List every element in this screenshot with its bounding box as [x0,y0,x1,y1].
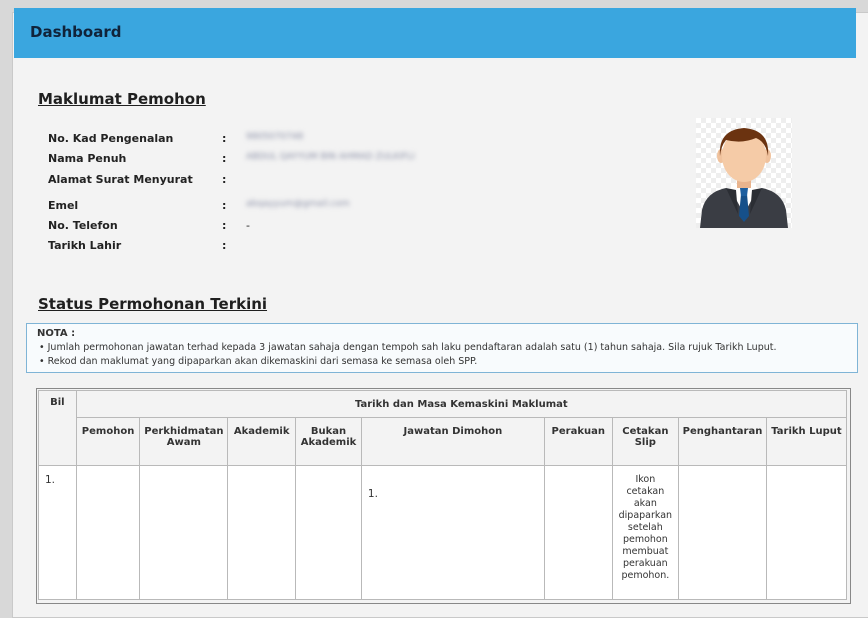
cell-cetakan-slip-note: Ikon cetakan akan dipaparkan setelah pem… [611,465,680,600]
table-row: 1. 1. Ikon cetakan akan dipaparkan setel… [38,465,848,600]
maklumat-pemohon-title: Maklumat Pemohon [38,90,206,108]
emel-value: abqayyum@gmail.com [246,199,350,209]
col-bukan-akademik: Bukan Akademik [295,417,362,466]
telefon-value: - [246,219,250,232]
cell-bukan-akademik [295,465,362,600]
cell-perakuan [543,465,613,600]
col-tarikh-luput: Tarikh Luput [765,417,848,466]
group-header: Tarikh dan Masa Kemaskini Maklumat [75,390,848,418]
dashboard-title: Dashboard [30,23,122,41]
col-cetakan-slip: Cetakan Slip [611,417,680,466]
col-perkhidmatan-awam: Perkhidmatan Awam [139,417,229,466]
ic-label: No. Kad Pengenalan [48,132,174,145]
col-akademik: Akademik [227,417,297,466]
businessman-avatar-icon [696,118,792,228]
col-penghantaran: Penghantaran [678,417,767,466]
emel-colon: : [222,199,227,212]
nota-title: NOTA : [37,328,76,339]
cell-bil: 1. [38,465,77,600]
cell-jawatan: 1. [360,465,545,600]
col-pemohon: Pemohon [75,417,141,466]
nama-colon: : [222,152,227,165]
nota-item-2: • Rekod dan maklumat yang dipaparkan aka… [39,356,478,367]
tarikh-lahir-label: Tarikh Lahir [48,239,122,252]
status-permohonan-title: Status Permohonan Terkini [38,295,268,313]
cell-perkhidmatan [139,465,229,600]
table-header-row-2: Pemohon Perkhidmatan Awam Akademik Bukan… [39,417,848,466]
nota-item-1: • Jumlah permohonan jawatan terhad kepad… [39,342,777,353]
col-perakuan: Perakuan [543,417,613,466]
col-jawatan-dimohon: Jawatan Dimohon [360,417,545,466]
cell-tarikh-luput [765,465,848,600]
dashboard-header: Dashboard [14,8,856,58]
table-header-row-1: Bil Tarikh dan Masa Kemaskini Maklumat [38,390,848,466]
emel-label: Emel [48,199,79,212]
telefon-label: No. Telefon [48,219,118,232]
cell-penghantaran [678,465,767,600]
nama-label: Nama Penuh [48,152,127,165]
ic-colon: : [222,132,227,145]
ic-value: 9805070748 [246,132,304,142]
status-table-wrapper: Bil Tarikh dan Masa Kemaskini Maklumat P… [38,390,848,600]
cell-akademik [227,465,297,600]
cell-pemohon [75,465,141,600]
alamat-colon: : [222,173,227,186]
nota-box: NOTA : • Jumlah permohonan jawatan terha… [26,323,858,373]
tarikh-lahir-colon: : [222,239,227,252]
col-bil: Bil [38,390,77,466]
telefon-colon: : [222,219,227,232]
status-table: Bil Tarikh dan Masa Kemaskini Maklumat P… [38,390,848,600]
alamat-label: Alamat Surat Menyurat [48,173,193,186]
nama-value: ABDUL QAYYUM BIN AHMAD ZULKIFLI [246,152,415,162]
